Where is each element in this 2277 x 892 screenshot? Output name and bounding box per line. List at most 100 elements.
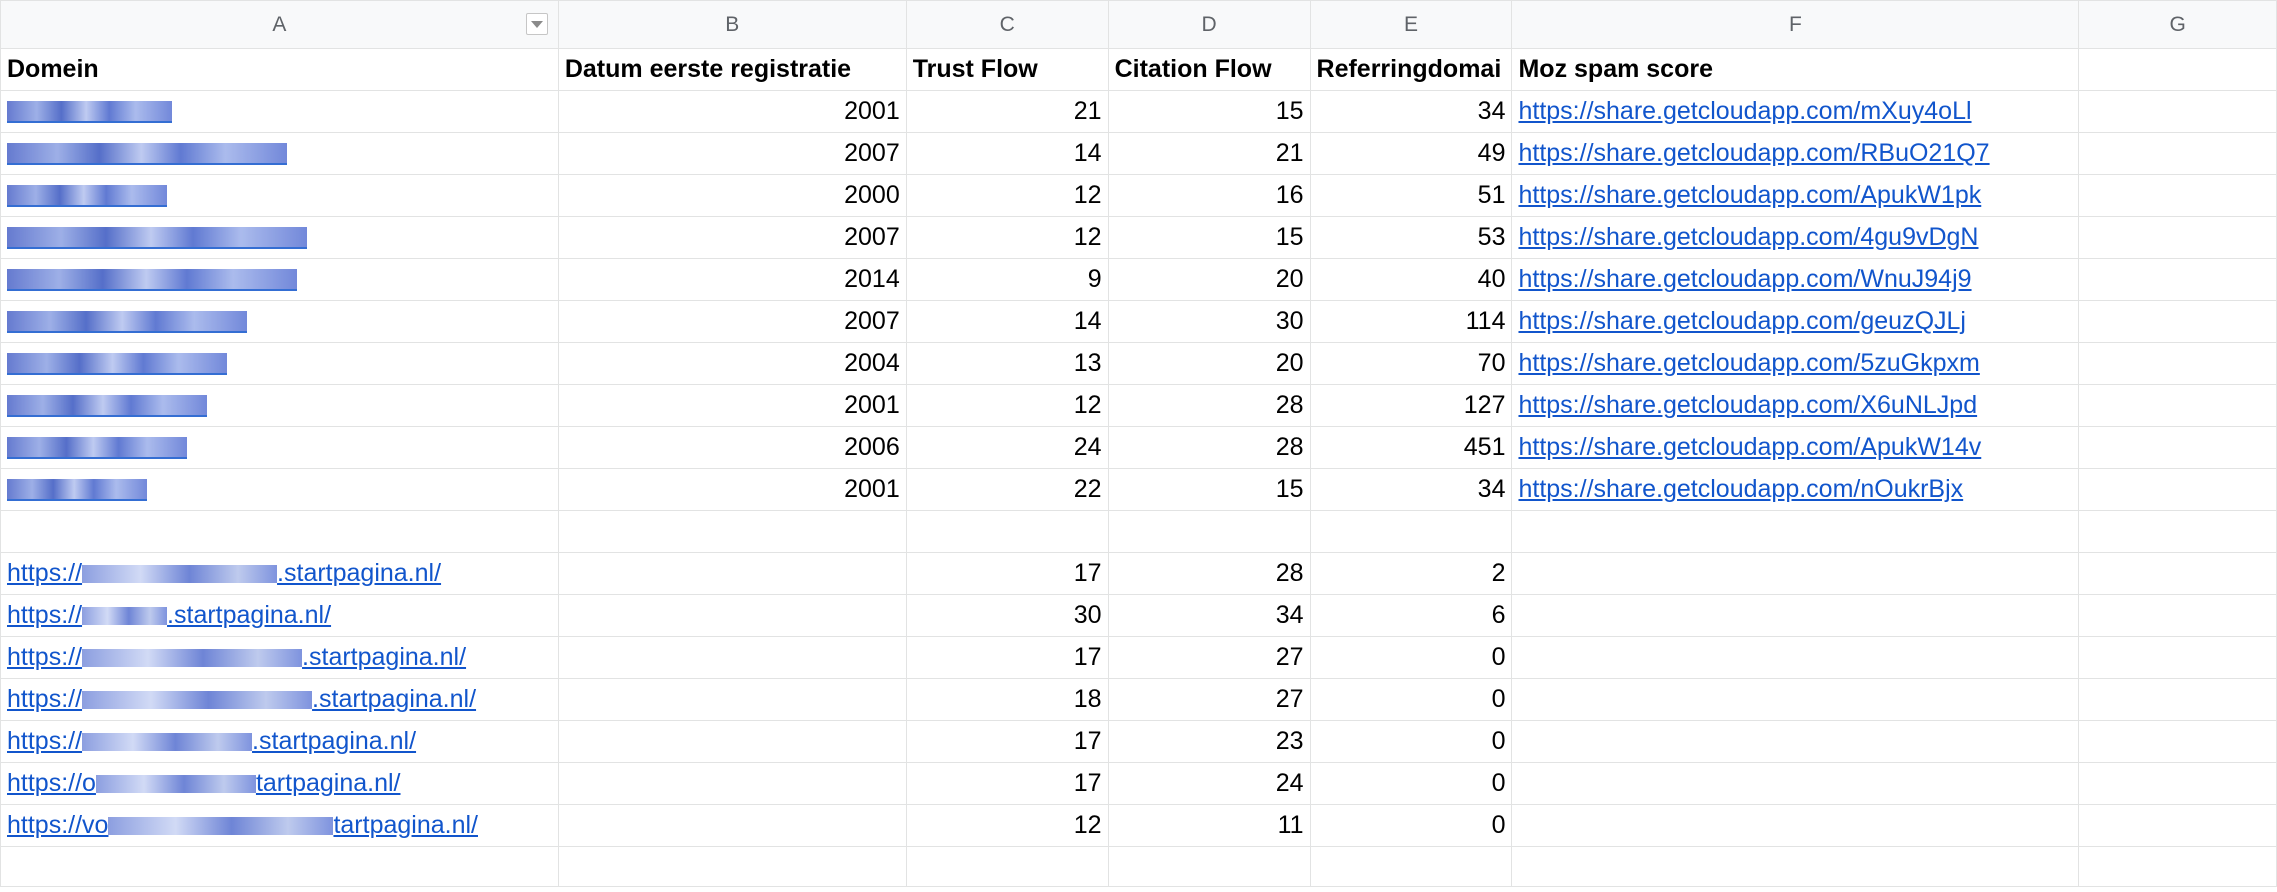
registration-year-cell[interactable]: 2000 xyxy=(557,174,907,217)
empty-cell[interactable] xyxy=(2078,174,2277,217)
domain-cell[interactable] xyxy=(0,216,559,259)
registration-year-cell[interactable]: 2014 xyxy=(557,258,907,301)
referring-domains-cell[interactable]: 40 xyxy=(1309,258,1513,301)
column-header-a[interactable]: A xyxy=(0,0,559,49)
empty-cell[interactable] xyxy=(1511,804,2080,847)
empty-cell[interactable] xyxy=(1511,636,2080,679)
empty-cell[interactable] xyxy=(1511,678,2080,721)
trust-flow-cell[interactable]: 17 xyxy=(905,552,1109,595)
referring-domains-cell[interactable]: 0 xyxy=(1309,678,1513,721)
citation-flow-cell[interactable]: 30 xyxy=(1107,300,1311,343)
referring-domains-cell[interactable]: 49 xyxy=(1309,132,1513,175)
cloudapp-link[interactable]: https://share.getcloudapp.com/WnuJ94j9 xyxy=(1518,265,1971,293)
empty-cell[interactable] xyxy=(905,846,1109,887)
empty-cell[interactable] xyxy=(2078,720,2277,763)
startpagina-url-cell[interactable]: https://vo tartpagina.nl/ xyxy=(0,804,559,847)
trust-flow-cell[interactable]: 24 xyxy=(905,426,1109,469)
startpagina-url-cell[interactable]: https:// .startpagina.nl/ xyxy=(0,678,559,721)
referring-domains-cell[interactable]: 0 xyxy=(1309,636,1513,679)
column-header-d[interactable]: D xyxy=(1107,0,1311,49)
trust-flow-cell[interactable]: 14 xyxy=(905,132,1109,175)
referring-domains-cell[interactable]: 2 xyxy=(1309,552,1513,595)
cloudapp-link[interactable]: https://share.getcloudapp.com/nOukrBjx xyxy=(1518,475,1963,503)
header-citation-flow[interactable]: Citation Flow xyxy=(1107,48,1311,91)
empty-cell[interactable] xyxy=(2078,804,2277,847)
moz-link-cell[interactable]: https://share.getcloudapp.com/ApukW1pk xyxy=(1511,174,2080,217)
empty-cell[interactable] xyxy=(557,804,907,847)
empty-cell[interactable] xyxy=(2078,426,2277,469)
domain-cell[interactable] xyxy=(0,468,559,511)
cloudapp-link[interactable]: https://share.getcloudapp.com/RBuO21Q7 xyxy=(1518,139,1989,167)
filter-dropdown-icon[interactable] xyxy=(525,13,548,35)
referring-domains-cell[interactable]: 70 xyxy=(1309,342,1513,385)
startpagina-url-cell[interactable]: https://o tartpagina.nl/ xyxy=(0,762,559,805)
registration-year-cell[interactable]: 2001 xyxy=(557,384,907,427)
trust-flow-cell[interactable]: 14 xyxy=(905,300,1109,343)
trust-flow-cell[interactable]: 18 xyxy=(905,678,1109,721)
empty-cell[interactable] xyxy=(2078,342,2277,385)
citation-flow-cell[interactable]: 21 xyxy=(1107,132,1311,175)
registration-year-cell[interactable]: 2004 xyxy=(557,342,907,385)
moz-link-cell[interactable]: https://share.getcloudapp.com/WnuJ94j9 xyxy=(1511,258,2080,301)
referring-domains-cell[interactable]: 0 xyxy=(1309,720,1513,763)
empty-cell[interactable] xyxy=(905,510,1109,553)
registration-year-cell[interactable]: 2007 xyxy=(557,300,907,343)
trust-flow-cell[interactable]: 22 xyxy=(905,468,1109,511)
domain-cell[interactable] xyxy=(0,174,559,217)
cloudapp-link[interactable]: https://share.getcloudapp.com/4gu9vDgN xyxy=(1518,223,1978,251)
empty-cell[interactable] xyxy=(2078,846,2277,887)
domain-cell[interactable] xyxy=(0,300,559,343)
empty-cell[interactable] xyxy=(2078,678,2277,721)
citation-flow-cell[interactable]: 11 xyxy=(1107,804,1311,847)
cloudapp-link[interactable]: https://share.getcloudapp.com/mXuy4oLl xyxy=(1518,97,1971,125)
column-header-b[interactable]: B xyxy=(557,0,907,49)
referring-domains-cell[interactable]: 0 xyxy=(1309,804,1513,847)
citation-flow-cell[interactable]: 20 xyxy=(1107,342,1311,385)
cloudapp-link[interactable]: https://share.getcloudapp.com/geuzQJLj xyxy=(1518,307,1966,335)
trust-flow-cell[interactable]: 12 xyxy=(905,384,1109,427)
empty-cell[interactable] xyxy=(2078,510,2277,553)
column-header-c[interactable]: C xyxy=(905,0,1109,49)
cloudapp-link[interactable]: https://share.getcloudapp.com/ApukW1pk xyxy=(1518,181,1981,209)
moz-link-cell[interactable]: https://share.getcloudapp.com/geuzQJLj xyxy=(1511,300,2080,343)
empty-cell[interactable] xyxy=(2078,762,2277,805)
trust-flow-cell[interactable]: 17 xyxy=(905,720,1109,763)
trust-flow-cell[interactable]: 30 xyxy=(905,594,1109,637)
startpagina-link[interactable]: https:// .startpagina.nl/ xyxy=(7,727,416,755)
referring-domains-cell[interactable]: 34 xyxy=(1309,468,1513,511)
empty-cell[interactable] xyxy=(1107,510,1311,553)
empty-cell[interactable] xyxy=(1511,552,2080,595)
moz-link-cell[interactable]: https://share.getcloudapp.com/mXuy4oLl xyxy=(1511,90,2080,133)
moz-link-cell[interactable]: https://share.getcloudapp.com/4gu9vDgN xyxy=(1511,216,2080,259)
moz-link-cell[interactable]: https://share.getcloudapp.com/ApukW14v xyxy=(1511,426,2080,469)
empty-cell[interactable] xyxy=(2078,90,2277,133)
domain-cell[interactable] xyxy=(0,132,559,175)
startpagina-link[interactable]: https:// .startpagina.nl/ xyxy=(7,643,466,671)
citation-flow-cell[interactable]: 15 xyxy=(1107,216,1311,259)
referring-domains-cell[interactable]: 51 xyxy=(1309,174,1513,217)
empty-cell[interactable] xyxy=(1107,846,1311,887)
domain-cell[interactable] xyxy=(0,384,559,427)
empty-cell[interactable] xyxy=(2078,636,2277,679)
citation-flow-cell[interactable]: 34 xyxy=(1107,594,1311,637)
cloudapp-link[interactable]: https://share.getcloudapp.com/X6uNLJpd xyxy=(1518,391,1977,419)
empty-cell[interactable] xyxy=(1511,846,2080,887)
cloudapp-link[interactable]: https://share.getcloudapp.com/ApukW14v xyxy=(1518,433,1981,461)
citation-flow-cell[interactable]: 28 xyxy=(1107,384,1311,427)
column-header-f[interactable]: F xyxy=(1511,0,2080,49)
domain-cell[interactable] xyxy=(0,342,559,385)
empty-cell[interactable] xyxy=(2078,552,2277,595)
citation-flow-cell[interactable]: 27 xyxy=(1107,678,1311,721)
trust-flow-cell[interactable]: 13 xyxy=(905,342,1109,385)
moz-link-cell[interactable]: https://share.getcloudapp.com/X6uNLJpd xyxy=(1511,384,2080,427)
referring-domains-cell[interactable]: 451 xyxy=(1309,426,1513,469)
empty-cell[interactable] xyxy=(1511,762,2080,805)
empty-cell[interactable] xyxy=(2078,384,2277,427)
registration-year-cell[interactable]: 2001 xyxy=(557,90,907,133)
startpagina-url-cell[interactable]: https:// .startpagina.nl/ xyxy=(0,720,559,763)
startpagina-link[interactable]: https:// .startpagina.nl/ xyxy=(7,559,441,587)
header-trust-flow[interactable]: Trust Flow xyxy=(905,48,1109,91)
referring-domains-cell[interactable]: 53 xyxy=(1309,216,1513,259)
citation-flow-cell[interactable]: 27 xyxy=(1107,636,1311,679)
citation-flow-cell[interactable]: 16 xyxy=(1107,174,1311,217)
